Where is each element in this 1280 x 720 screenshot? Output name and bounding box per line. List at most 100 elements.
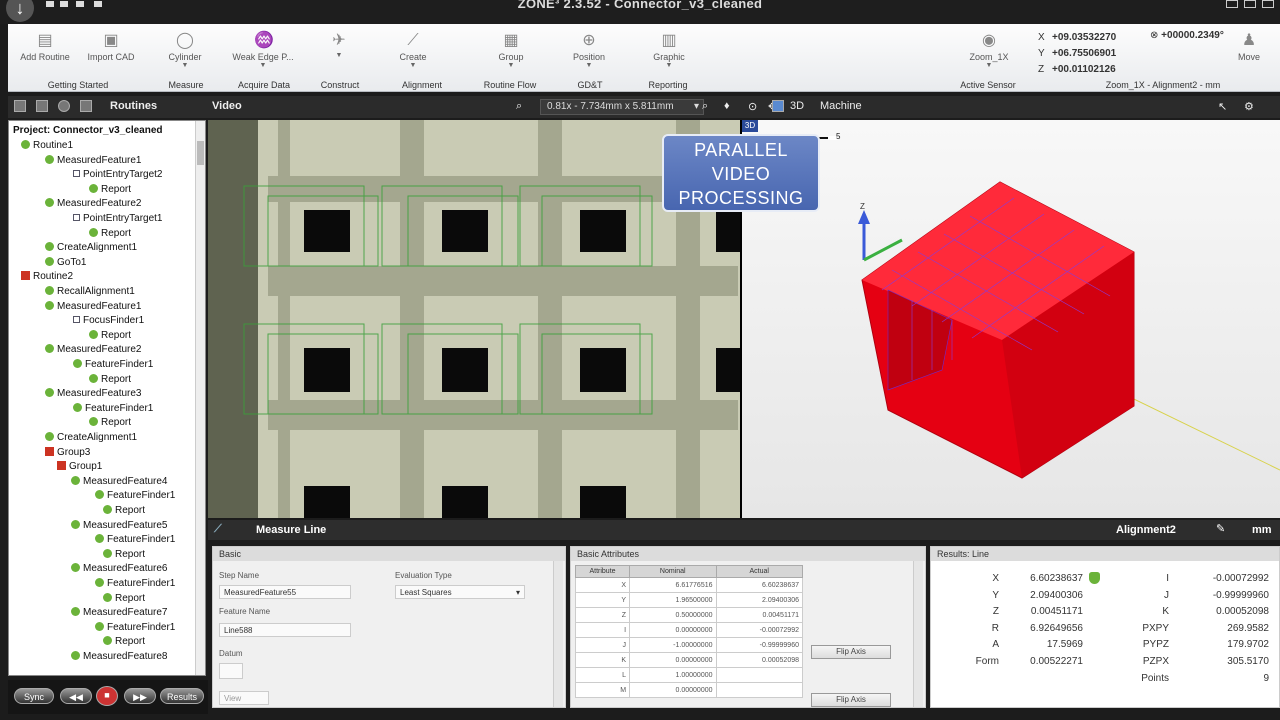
flip-axis-button[interactable]: Flip Axis [811,645,891,659]
report-icon[interactable] [80,100,92,112]
tree-item[interactable]: Routine2 [21,270,73,284]
import-cad-button[interactable]: ▣ Import CAD [76,26,146,70]
cylinder-button[interactable]: ◯ Cylinder ▼ [150,26,220,70]
stop-button[interactable]: ■ [96,686,118,706]
construct-button[interactable]: ✈ ▼ [304,26,374,70]
tree-item[interactable]: Report [103,504,145,518]
tree-item[interactable]: MeasuredFeature2 [45,197,142,211]
edit-pencil-icon[interactable]: ✎ [1216,522,1225,535]
cad-viewport[interactable]: 3D Z 5 [742,120,1280,518]
routines-icon[interactable] [14,100,26,112]
settings-icon[interactable]: ⚙ [1244,100,1254,113]
results-button[interactable]: Results [160,688,204,704]
tree-item[interactable]: Report [103,592,145,606]
close-button[interactable] [1262,0,1274,8]
search-icon[interactable]: ⌕ [516,100,522,113]
zoom-select[interactable]: 0.81x - 7.734mm x 5.811mm ▾ [540,99,704,115]
routines-tab[interactable]: Routines [110,100,157,112]
tree-item[interactable]: FeatureFinder1 [95,621,175,635]
tree-item[interactable]: FocusFinder1 [73,314,144,328]
sync-button[interactable]: Sync [14,688,54,704]
tree-item[interactable]: RecallAlignment1 [45,285,135,299]
scrollbar-thumb[interactable] [197,141,204,165]
group-button[interactable]: ▦ Group ▼ [476,26,546,70]
chevron-down-icon: ▾ [515,588,520,597]
tree-item[interactable]: CreateAlignment1 [45,241,137,255]
zoom-sensor-button[interactable]: ◉ Zoom_1X ▼ [954,26,1024,70]
tree-item[interactable]: MeasuredFeature1 [45,154,142,168]
tree-item[interactable]: FeatureFinder1 [95,489,175,503]
video-tab[interactable]: Video [212,100,242,112]
move-button[interactable]: ♟ Move [1214,26,1280,70]
position-button[interactable]: ⊕ Position ▼ [554,26,624,70]
tree-item[interactable]: Report [89,329,131,343]
tree-item[interactable]: MeasuredFeature2 [45,343,142,357]
attributes-scrollbar[interactable] [913,561,923,707]
tree-item[interactable]: GoTo1 [45,256,86,270]
graphic-button[interactable]: ▥ Graphic ▼ [634,26,704,70]
tree-item[interactable]: PointEntryTarget1 [73,212,163,226]
tree-item[interactable]: CreateAlignment1 [45,431,137,445]
tree-item[interactable]: Report [89,183,131,197]
basic-scrollbar[interactable] [553,561,563,707]
minimize-button[interactable] [1226,0,1238,8]
fast-forward-button[interactable]: ▶▶ [124,688,156,704]
tree-item[interactable]: Report [89,373,131,387]
tree-item[interactable]: PointEntryTarget2 [73,168,163,182]
tree-item[interactable]: MeasuredFeature8 [71,650,168,664]
tree-item[interactable]: MeasuredFeature5 [71,519,168,533]
tree-item[interactable]: FeatureFinder1 [95,577,175,591]
tree-item-label: Routine2 [33,271,74,283]
record-icon[interactable] [58,100,70,112]
tree-item[interactable]: Routine1 [21,139,73,153]
cursor-icon[interactable]: ↖ [1218,100,1227,113]
add-routine-button[interactable]: ▤ Add Routine [10,26,80,70]
tree-item[interactable]: MeasuredFeature7 [71,606,168,620]
flip-axis-button[interactable]: Flip Axis [811,693,891,707]
tree-item-label: FeatureFinder1 [85,359,154,370]
table-row[interactable]: I 0.00000000 -0.00072992 [574,622,803,638]
evaluation-type-select[interactable]: Least Squares ▾ [395,585,525,599]
view-badge: 3D [742,120,758,132]
table-row[interactable]: K 0.00000000 0.00052098 [574,652,803,668]
tree-item[interactable]: Report [103,548,145,562]
tree-item[interactable]: FeatureFinder1 [73,402,153,416]
evaluation-type-label: Evaluation Type [395,571,452,580]
tree-item-label: MeasuredFeature6 [83,563,168,575]
tree-scrollbar[interactable] [195,121,205,675]
feature-name-field[interactable]: Line588 [219,623,351,637]
step-name-field[interactable]: MeasuredFeature55 [219,585,351,599]
tree-item[interactable]: MeasuredFeature1 [45,300,142,314]
table-row[interactable]: J -1.00000000 -0.99999960 [574,637,803,653]
machine-select[interactable]: Machine [820,100,862,112]
tool-icon[interactable] [36,100,48,112]
alignment-name: Alignment2 [1116,524,1176,536]
tree-item[interactable]: MeasuredFeature6 [71,562,168,576]
table-row[interactable]: L 1.00000000 [574,667,803,683]
zoom-fit-icon[interactable]: ⊙ [748,100,757,113]
table-row[interactable]: M 0.00000000 [574,682,803,698]
tree-item[interactable]: MeasuredFeature4 [71,475,168,489]
light-icon[interactable]: ♦ [724,100,730,112]
tree-item[interactable]: Report [89,227,131,241]
table-row[interactable]: Z 0.50000000 0.00451171 [574,607,803,623]
datum-field[interactable] [219,663,243,679]
zoom-icon[interactable]: ⌕ [702,100,708,113]
create-alignment-button[interactable]: ⟋ Create ▼ [378,26,448,70]
tree-item[interactable]: Group1 [57,460,102,474]
tree-item[interactable]: MeasuredFeature3 [45,387,142,401]
view-button[interactable]: View [219,691,269,705]
weak-edge-button[interactable]: ♒ Weak Edge P... ▼ [228,26,298,70]
tree-item[interactable]: FeatureFinder1 [73,358,153,372]
tree-item[interactable]: FeatureFinder1 [95,533,175,547]
cube-icon[interactable] [772,100,784,112]
rewind-button[interactable]: ◀◀ [60,688,92,704]
column-header: Attribute [574,565,631,578]
table-row[interactable]: X 6.61776516 6.60238637 [574,577,803,593]
view-mode-select[interactable]: 3D [790,100,804,112]
table-row[interactable]: Y 1.96500000 2.09400306 [574,592,803,608]
tree-item[interactable]: Report [103,635,145,649]
tree-item[interactable]: Group3 [45,446,90,460]
maximize-button[interactable] [1244,0,1256,8]
tree-item[interactable]: Report [89,416,131,430]
